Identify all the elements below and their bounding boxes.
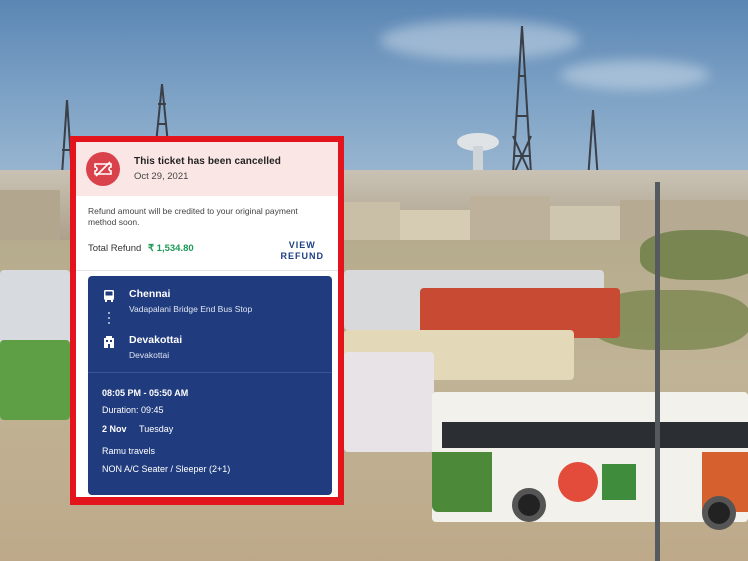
origin-boarding-point: Vadapalani Bridge End Bus Stop <box>129 304 253 314</box>
view-refund-line2: REFUND <box>280 251 324 261</box>
bus-stop-icon <box>104 290 114 302</box>
refund-message: Refund amount will be credited to your o… <box>88 206 298 227</box>
trip-details-card: Chennai Vadapalani Bridge End Bus Stop D… <box>88 276 332 495</box>
destination-city: Devakottai <box>129 334 183 346</box>
transmission-tower <box>511 26 533 190</box>
route-connector <box>108 312 110 326</box>
destination-dropping-point: Devakottai <box>129 350 170 360</box>
journey-weekday: Tuesday <box>139 424 174 434</box>
street-light <box>655 182 660 561</box>
cancellation-date: Oct 29, 2021 <box>134 171 189 182</box>
journey-time-range: 08:05 PM - 05:50 AM <box>102 388 189 398</box>
cancellation-title: This ticket has been cancelled <box>134 156 281 167</box>
cloud <box>380 20 580 60</box>
total-refund-label: Total Refund <box>88 243 142 254</box>
bus-type: NON A/C Seater / Sleeper (2+1) <box>102 464 231 474</box>
ticket-cancelled-icon <box>86 152 120 186</box>
cloud <box>560 60 710 90</box>
building-icon <box>104 336 114 348</box>
total-refund-amount: ₹ 1,534.80 <box>147 243 194 254</box>
destination-stop: Devakottai Devakottai <box>102 334 182 360</box>
parked-bus <box>344 352 434 452</box>
journey-duration: Duration: 09:45 <box>102 405 164 415</box>
refund-summary: Total Refund ₹ 1,534.80 VIEW REFUND <box>76 228 338 262</box>
foreground-bus <box>432 392 748 530</box>
journey-date-row: 2 Nov Tuesday <box>102 424 173 434</box>
origin-city: Chennai <box>129 288 171 300</box>
parked-bus <box>0 340 70 420</box>
journey-date: 2 Nov <box>102 424 127 434</box>
ticket-highlight-frame: This ticket has been cancelled Oct 29, 2… <box>70 136 344 505</box>
divider <box>88 372 332 373</box>
cancelled-ticket-card: This ticket has been cancelled Oct 29, 2… <box>76 142 338 497</box>
divider <box>76 270 338 271</box>
bus-operator: Ramu travels <box>102 446 156 456</box>
origin-stop: Chennai Vadapalani Bridge End Bus Stop <box>102 288 252 314</box>
view-refund-line1: VIEW <box>288 240 316 250</box>
view-refund-button[interactable]: VIEW REFUND <box>281 240 325 262</box>
cancellation-banner: This ticket has been cancelled Oct 29, 2… <box>76 142 338 196</box>
